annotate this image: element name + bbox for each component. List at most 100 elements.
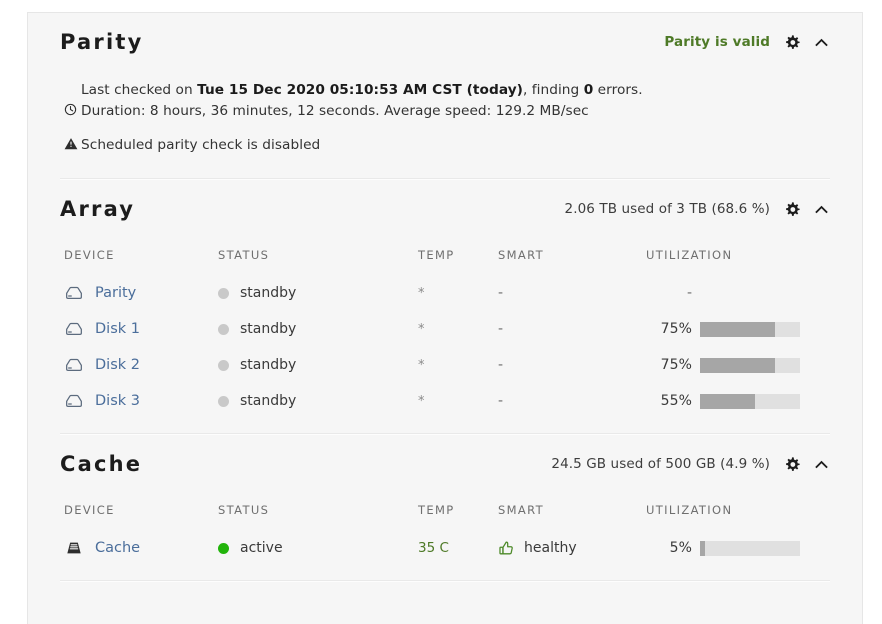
utilization-label: 75% <box>660 321 692 337</box>
cell-status: standby <box>218 311 418 347</box>
table-row: Parity standby * - - <box>60 275 830 311</box>
chevron-up-icon[interactable] <box>813 201 830 218</box>
utilization-bar <box>700 393 800 409</box>
status-label: standby <box>240 357 297 373</box>
cell-smart: - <box>498 275 646 311</box>
cache-title: Cache <box>60 451 143 476</box>
status-dot-icon <box>218 287 229 299</box>
temp-value: * <box>418 358 425 373</box>
column-header-smart: SMART <box>498 503 545 517</box>
cell-status: active <box>218 530 418 566</box>
warning-triangle-icon <box>64 137 81 151</box>
column-header-status: STATUS <box>218 248 270 262</box>
utilization-bar-fill <box>700 321 775 337</box>
thumbs-up-icon <box>498 540 515 557</box>
divider-cache-bottom <box>60 580 830 582</box>
utilization-label: 55% <box>660 393 692 409</box>
status-label: standby <box>240 321 297 337</box>
cache-device-table: DEVICE STATUS TEMP SMART UTILIZATION Cac… <box>60 493 830 566</box>
cell-device: Cache <box>60 530 218 566</box>
gear-icon[interactable] <box>784 201 801 218</box>
cell-utilization: 75% <box>646 347 830 383</box>
status-dot-icon <box>218 542 229 554</box>
utilization-label: - <box>686 285 692 301</box>
temp-value: 35 C <box>418 540 449 556</box>
cell-temp: 35 C <box>418 530 498 566</box>
cache-section-header: Cache 24.5 GB used of 500 GB (4.9 %) <box>60 435 830 493</box>
parity-warning-text: Scheduled parity check is disabled <box>81 137 321 153</box>
cell-temp: * <box>418 311 498 347</box>
parity-last-checked-date: Tue 15 Dec 2020 05:10:53 AM CST (today) <box>197 82 523 98</box>
cell-utilization: 75% <box>646 311 830 347</box>
utilization-bar-fill <box>700 393 755 409</box>
table-header-row: DEVICE STATUS TEMP SMART UTILIZATION <box>60 493 830 530</box>
cell-temp: * <box>418 347 498 383</box>
parity-duration-text: Duration: 8 hours, 36 minutes, 12 second… <box>81 103 589 119</box>
smart-label: - <box>498 393 504 409</box>
cell-temp: * <box>418 275 498 311</box>
smart-label: - <box>498 321 504 337</box>
utilization-label: 5% <box>669 540 692 556</box>
parity-status-badge: Parity is valid <box>664 34 770 50</box>
cell-smart: healthy <box>498 530 646 566</box>
device-link[interactable]: Disk 2 <box>95 357 140 373</box>
gear-icon[interactable] <box>784 34 801 51</box>
cell-device: Parity <box>60 275 218 311</box>
temp-value: * <box>418 286 425 301</box>
parity-last-checked-text: Last checked on Tue 15 Dec 2020 05:10:53… <box>81 82 643 98</box>
cache-device-table-wrap: DEVICE STATUS TEMP SMART UTILIZATION Cac… <box>60 493 830 580</box>
column-header-smart: SMART <box>498 248 545 262</box>
smart-label: - <box>498 285 504 301</box>
utilization-bar <box>700 321 800 337</box>
status-label: active <box>240 540 283 556</box>
parity-section-header: Parity Parity is valid <box>60 13 830 71</box>
array-devices-card: Parity Parity is valid Last checked on T… <box>27 12 863 624</box>
parity-error-count: 0 <box>583 82 594 98</box>
chevron-up-icon[interactable] <box>813 34 830 51</box>
cell-status: standby <box>218 275 418 311</box>
smart-label: healthy <box>524 540 577 556</box>
utilization-bar-fill <box>700 357 775 373</box>
cell-utilization: 5% <box>646 530 830 566</box>
smart-label: - <box>498 357 504 373</box>
array-device-table: DEVICE STATUS TEMP SMART UTILIZATION Par… <box>60 238 830 419</box>
array-usage-summary: 2.06 TB used of 3 TB (68.6 %) <box>564 201 770 217</box>
parity-title: Parity <box>60 29 144 54</box>
gear-icon[interactable] <box>784 456 801 473</box>
chevron-up-icon[interactable] <box>813 456 830 473</box>
page-root: Parity Parity is valid Last checked on T… <box>0 0 882 624</box>
hdd-icon <box>64 283 84 303</box>
table-row: Disk 3 standby * - 55% <box>60 383 830 419</box>
temp-value: * <box>418 322 425 337</box>
column-header-temp: TEMP <box>418 248 455 262</box>
cell-device: Disk 3 <box>60 383 218 419</box>
parity-last-checked-line: Last checked on Tue 15 Dec 2020 05:10:53… <box>64 80 830 101</box>
status-label: standby <box>240 285 297 301</box>
status-label: standby <box>240 393 297 409</box>
device-link[interactable]: Disk 1 <box>95 321 140 337</box>
device-link[interactable]: Disk 3 <box>95 393 140 409</box>
array-device-table-wrap: DEVICE STATUS TEMP SMART UTILIZATION Par… <box>60 238 830 433</box>
table-row: Disk 2 standby * - 75% <box>60 347 830 383</box>
status-dot-icon <box>218 323 229 335</box>
device-link[interactable]: Parity <box>95 285 136 301</box>
temp-value: * <box>418 394 425 409</box>
cell-smart: - <box>498 383 646 419</box>
cell-status: standby <box>218 383 418 419</box>
clock-icon <box>64 103 81 116</box>
hdd-icon <box>64 355 84 375</box>
array-header-actions: 2.06 TB used of 3 TB (68.6 %) <box>565 201 831 218</box>
column-header-status: STATUS <box>218 503 270 517</box>
device-link[interactable]: Cache <box>95 540 140 556</box>
cache-table-body: Cache active 35 C healthy 5% <box>60 530 830 566</box>
array-section-header: Array 2.06 TB used of 3 TB (68.6 %) <box>60 180 830 238</box>
utilization-bar <box>700 540 800 556</box>
column-header-device: DEVICE <box>64 503 115 517</box>
cell-smart: - <box>498 311 646 347</box>
array-title: Array <box>60 196 136 221</box>
cell-device: Disk 1 <box>60 311 218 347</box>
column-header-temp: TEMP <box>418 503 455 517</box>
table-row: Disk 1 standby * - 75% <box>60 311 830 347</box>
status-dot-icon <box>218 395 229 407</box>
parity-warning-line: Scheduled parity check is disabled <box>64 135 830 156</box>
